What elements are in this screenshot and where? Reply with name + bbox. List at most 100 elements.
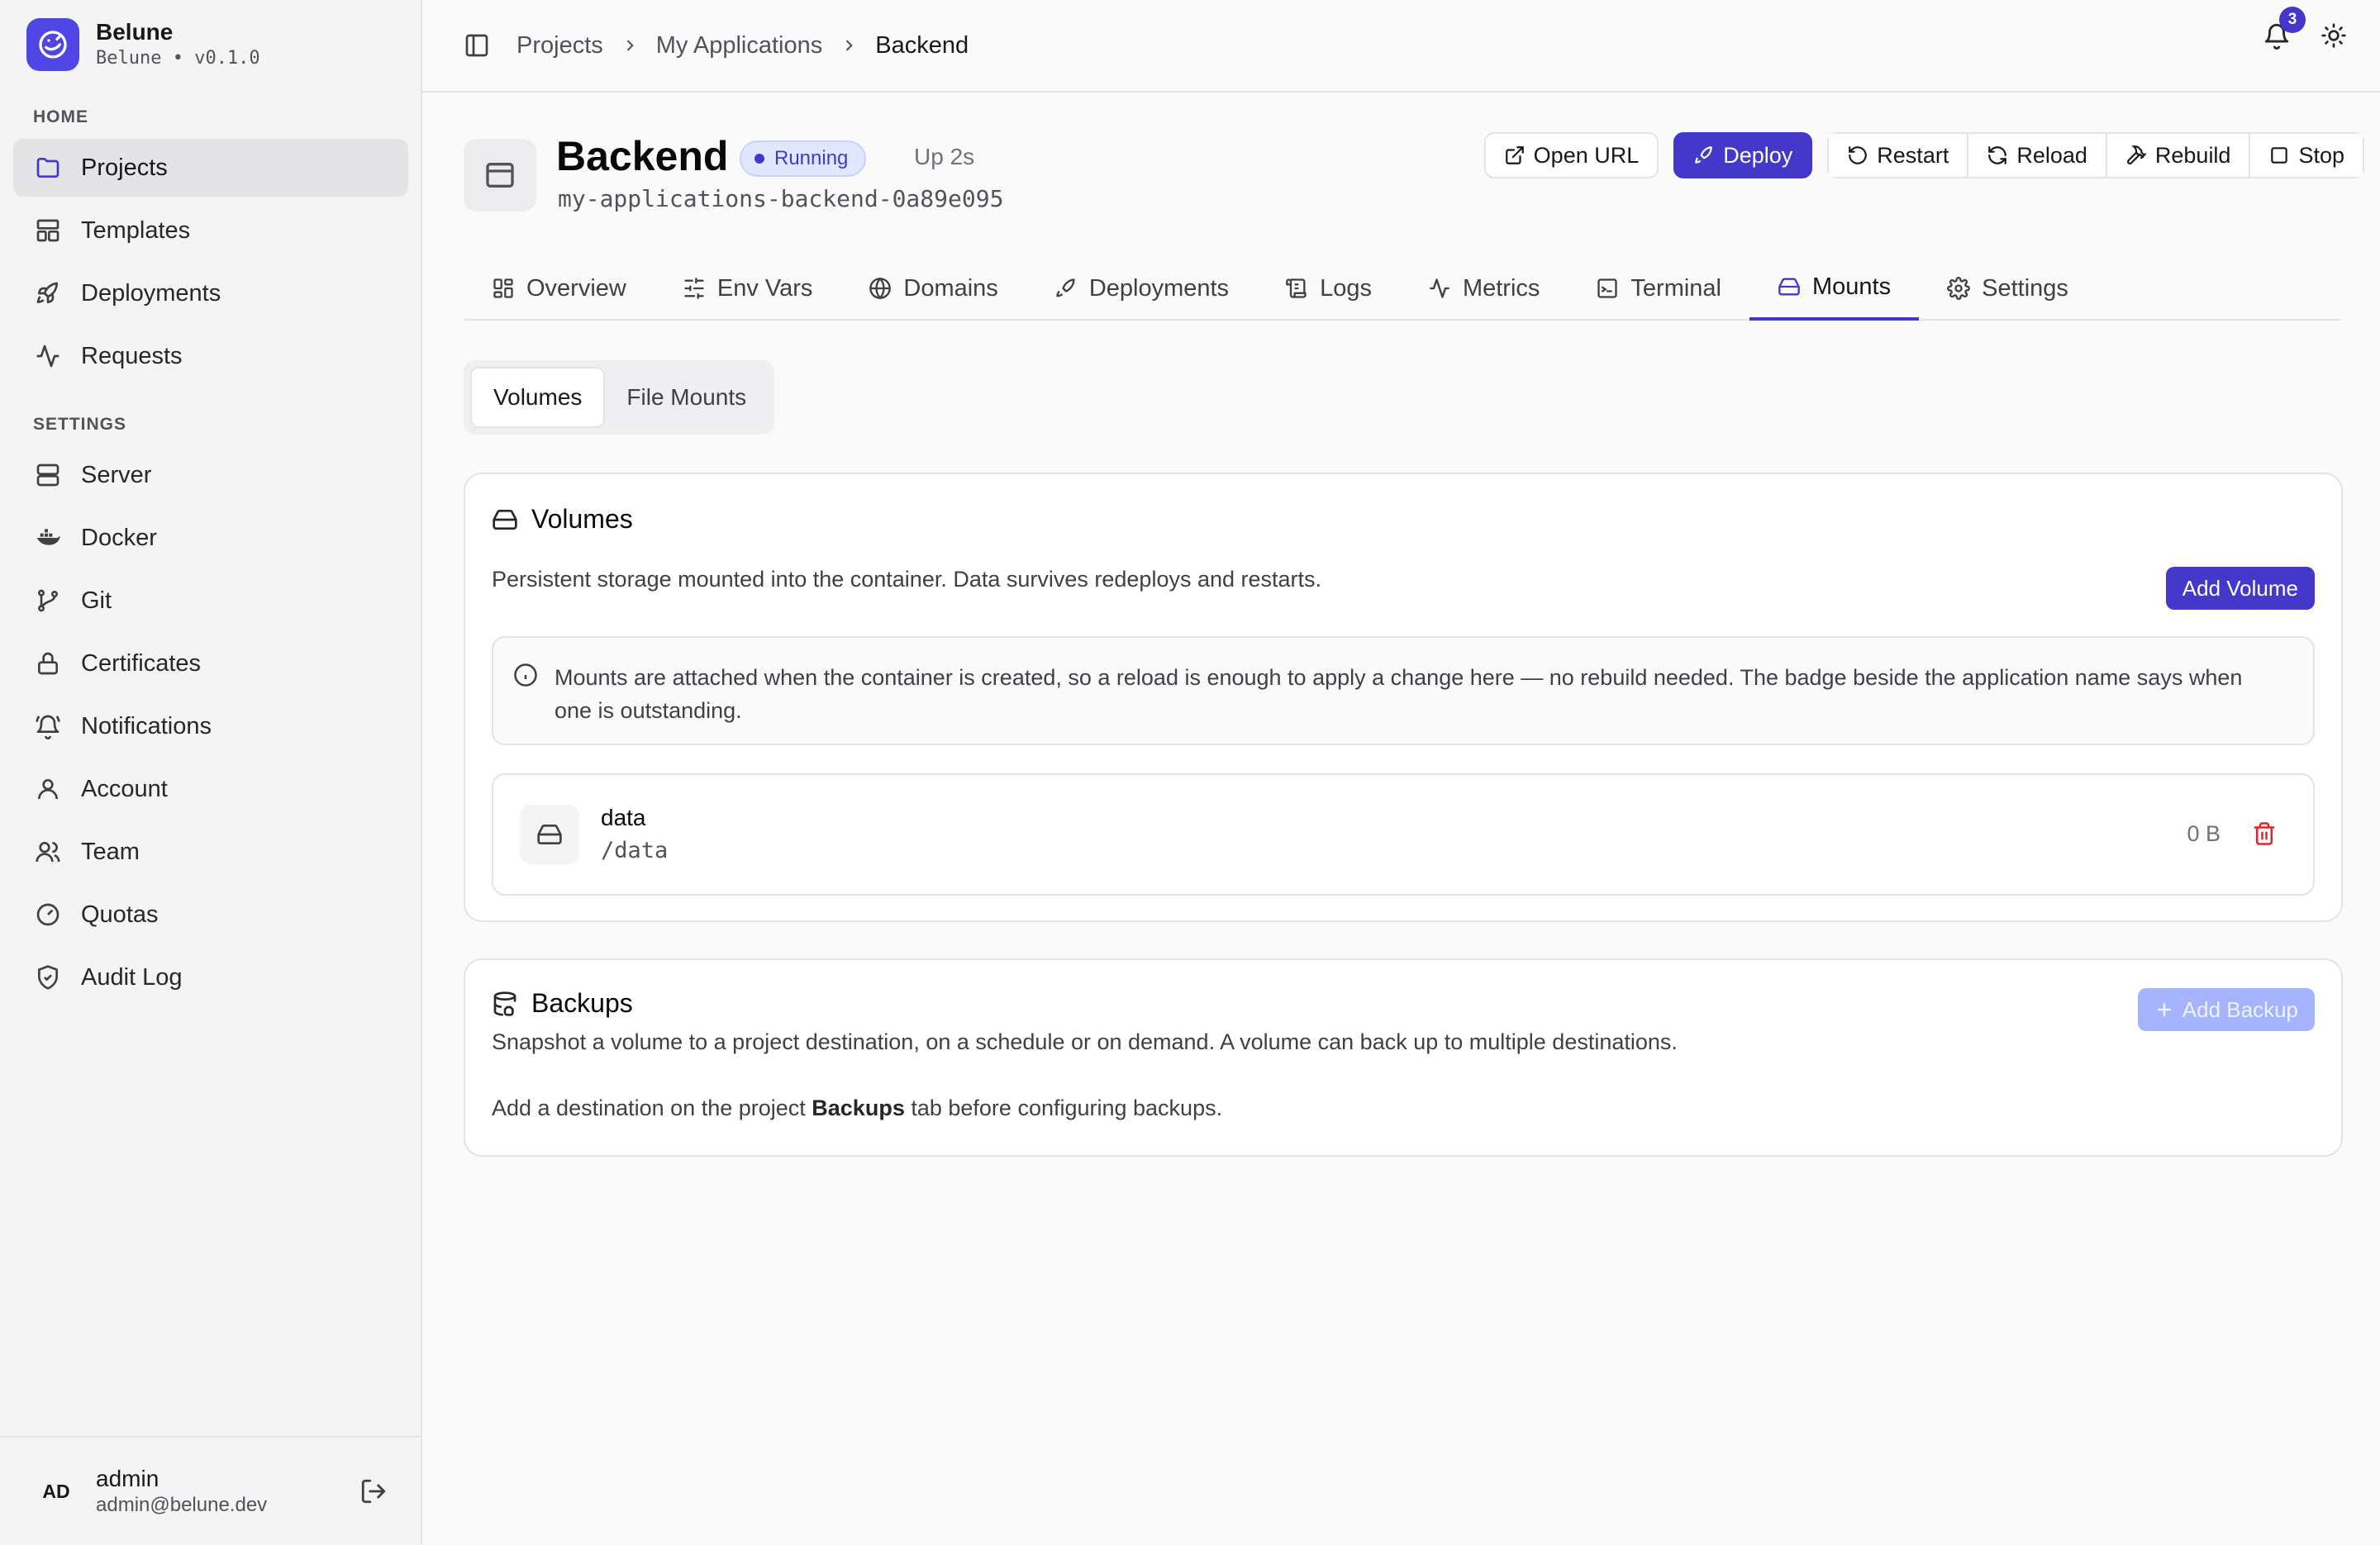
info-text: Mounts are attached when the container i… (555, 665, 2243, 723)
sidebar-item-label: Team (81, 838, 140, 865)
sidebar-item-label: Notifications (81, 712, 212, 739)
tab-settings[interactable]: Settings (1919, 256, 2097, 321)
sidebar-item-git[interactable]: Git (13, 572, 408, 630)
sidebar-item-quotas[interactable]: Quotas (13, 886, 408, 944)
tab-label: Domains (903, 274, 998, 302)
subtab-volumes[interactable]: Volumes (470, 367, 606, 428)
status-dot (754, 154, 764, 164)
volume-size: 0 B (2187, 821, 2221, 846)
notifications-button[interactable]: 3 (2263, 7, 2306, 50)
sidebar-item-label: Audit Log (81, 963, 183, 991)
app-window-icon (464, 139, 536, 212)
sidebar-item-label: Requests (81, 342, 183, 369)
deploy-label: Deploy (1723, 142, 1793, 168)
open-url-button[interactable]: Open URL (1483, 132, 1659, 178)
subtab-file-mounts[interactable]: File Mounts (605, 367, 768, 428)
sidebar-item-notifications[interactable]: Notifications (13, 697, 408, 755)
refresh-icon (1987, 145, 2008, 166)
avatar[interactable]: AD (33, 1468, 79, 1514)
info-callout: Mounts are attached when the container i… (492, 636, 2315, 745)
sidebar-item-docker[interactable]: Docker (13, 509, 408, 567)
volumes-card-title: Volumes (492, 504, 633, 535)
chevron-right-icon (840, 37, 857, 54)
add-volume-button[interactable]: Add Volume (2165, 567, 2315, 610)
app-version: Belune • v0.1.0 (96, 48, 260, 69)
stop-button[interactable]: Stop (2250, 134, 2363, 177)
tab-deployments[interactable]: Deployments (1026, 256, 1257, 321)
sidebar-item-templates[interactable]: Templates (13, 202, 408, 259)
lock-icon (33, 649, 63, 678)
tab-env-vars[interactable]: Env Vars (654, 256, 841, 321)
sliders-icon (683, 277, 706, 300)
tab-domains[interactable]: Domains (840, 256, 1026, 321)
breadcrumb-backend: Backend (875, 31, 969, 59)
sidebar-item-label: Server (81, 461, 152, 488)
breadcrumb-projects[interactable]: Projects (516, 32, 603, 59)
tab-mounts[interactable]: Mounts (1749, 256, 1920, 321)
sidebar-item-requests[interactable]: Requests (13, 327, 408, 385)
tab-label: Env Vars (716, 274, 813, 302)
server-icon (33, 460, 63, 490)
mounts-subtabs: Volumes File Mounts (464, 360, 775, 435)
delete-volume-trash-icon[interactable] (2252, 821, 2277, 846)
sidebar-item-certificates[interactable]: Certificates (13, 635, 408, 692)
deploy-button[interactable]: Deploy (1673, 132, 1813, 178)
backups-card: Backups Add Backup Snapshot a volume to … (464, 958, 2343, 1157)
sidebar-item-account[interactable]: Account (13, 760, 408, 818)
brand[interactable]: Belune Belune • v0.1.0 (26, 18, 260, 71)
volumes-card: Volumes Persistent storage mounted into … (464, 473, 2343, 922)
tab-label: Mounts (1812, 273, 1892, 300)
notification-count-badge: 3 (2279, 7, 2306, 33)
backups-card-title: Backups (492, 988, 633, 1019)
sidebar-item-deployments[interactable]: Deployments (13, 264, 408, 322)
tab-label: Metrics (1462, 274, 1540, 302)
theme-toggle-sun-icon[interactable] (2320, 22, 2347, 49)
sidebar-item-label: Quotas (81, 901, 159, 928)
tab-label: Settings (1982, 274, 2068, 302)
volume-name: data (601, 805, 646, 830)
sidebar-item-label: Templates (81, 216, 191, 244)
restart-button[interactable]: Restart (1829, 134, 1969, 177)
tab-metrics[interactable]: Metrics (1400, 256, 1568, 321)
tab-label: Terminal (1630, 274, 1721, 302)
stop-label: Stop (2298, 142, 2344, 168)
external-link-icon (1504, 145, 1526, 166)
rotate-ccw-icon (1847, 145, 1868, 166)
breadcrumb: Projects My Applications Backend (516, 32, 969, 59)
git-branch-icon (33, 586, 63, 616)
sidebar-toggle-icon[interactable] (464, 32, 490, 59)
reload-button[interactable]: Reload (1968, 134, 2107, 177)
volume-mount-path: /data (601, 838, 669, 863)
plus-icon (2154, 1000, 2174, 1020)
rocket-icon (1054, 277, 1078, 300)
app-name: Belune (96, 19, 174, 45)
activity-icon (33, 341, 63, 371)
rebuild-button[interactable]: Rebuild (2106, 134, 2251, 177)
uptime-text: Up 2s (914, 144, 975, 169)
tab-terminal[interactable]: Terminal (1568, 256, 1749, 321)
globe-icon (869, 277, 892, 300)
sidebar-item-audit-log[interactable]: Audit Log (13, 948, 408, 1006)
top-bar: Projects My Applications Backend 3 (422, 0, 2380, 93)
hard-drive-icon (1778, 275, 1801, 298)
database-backup-icon (492, 991, 518, 1017)
volume-row: data /data 0 B (492, 773, 2315, 896)
sidebar-item-label: Git (81, 587, 112, 614)
tab-logs[interactable]: Logs (1257, 256, 1400, 321)
sidebar-item-label: Certificates (81, 649, 202, 677)
volumes-title-text: Volumes (531, 504, 633, 534)
backups-hint: Add a destination on the project Backups… (492, 1096, 1222, 1121)
tab-overview[interactable]: Overview (464, 256, 654, 321)
tab-label: Logs (1320, 274, 1372, 302)
sidebar-item-team[interactable]: Team (13, 823, 408, 881)
backups-tab-reference: Backups (812, 1096, 905, 1120)
tab-label: Overview (526, 274, 626, 302)
nav-home: Projects Templates Deployments Requests (13, 139, 408, 390)
hard-drive-icon (520, 805, 579, 864)
status-badge: Running (740, 140, 867, 177)
breadcrumb-my-applications[interactable]: My Applications (656, 32, 823, 59)
sidebar-item-server[interactable]: Server (13, 446, 408, 504)
logout-icon[interactable] (359, 1477, 388, 1505)
activity-icon (1428, 277, 1451, 300)
sidebar-item-projects[interactable]: Projects (13, 139, 408, 197)
